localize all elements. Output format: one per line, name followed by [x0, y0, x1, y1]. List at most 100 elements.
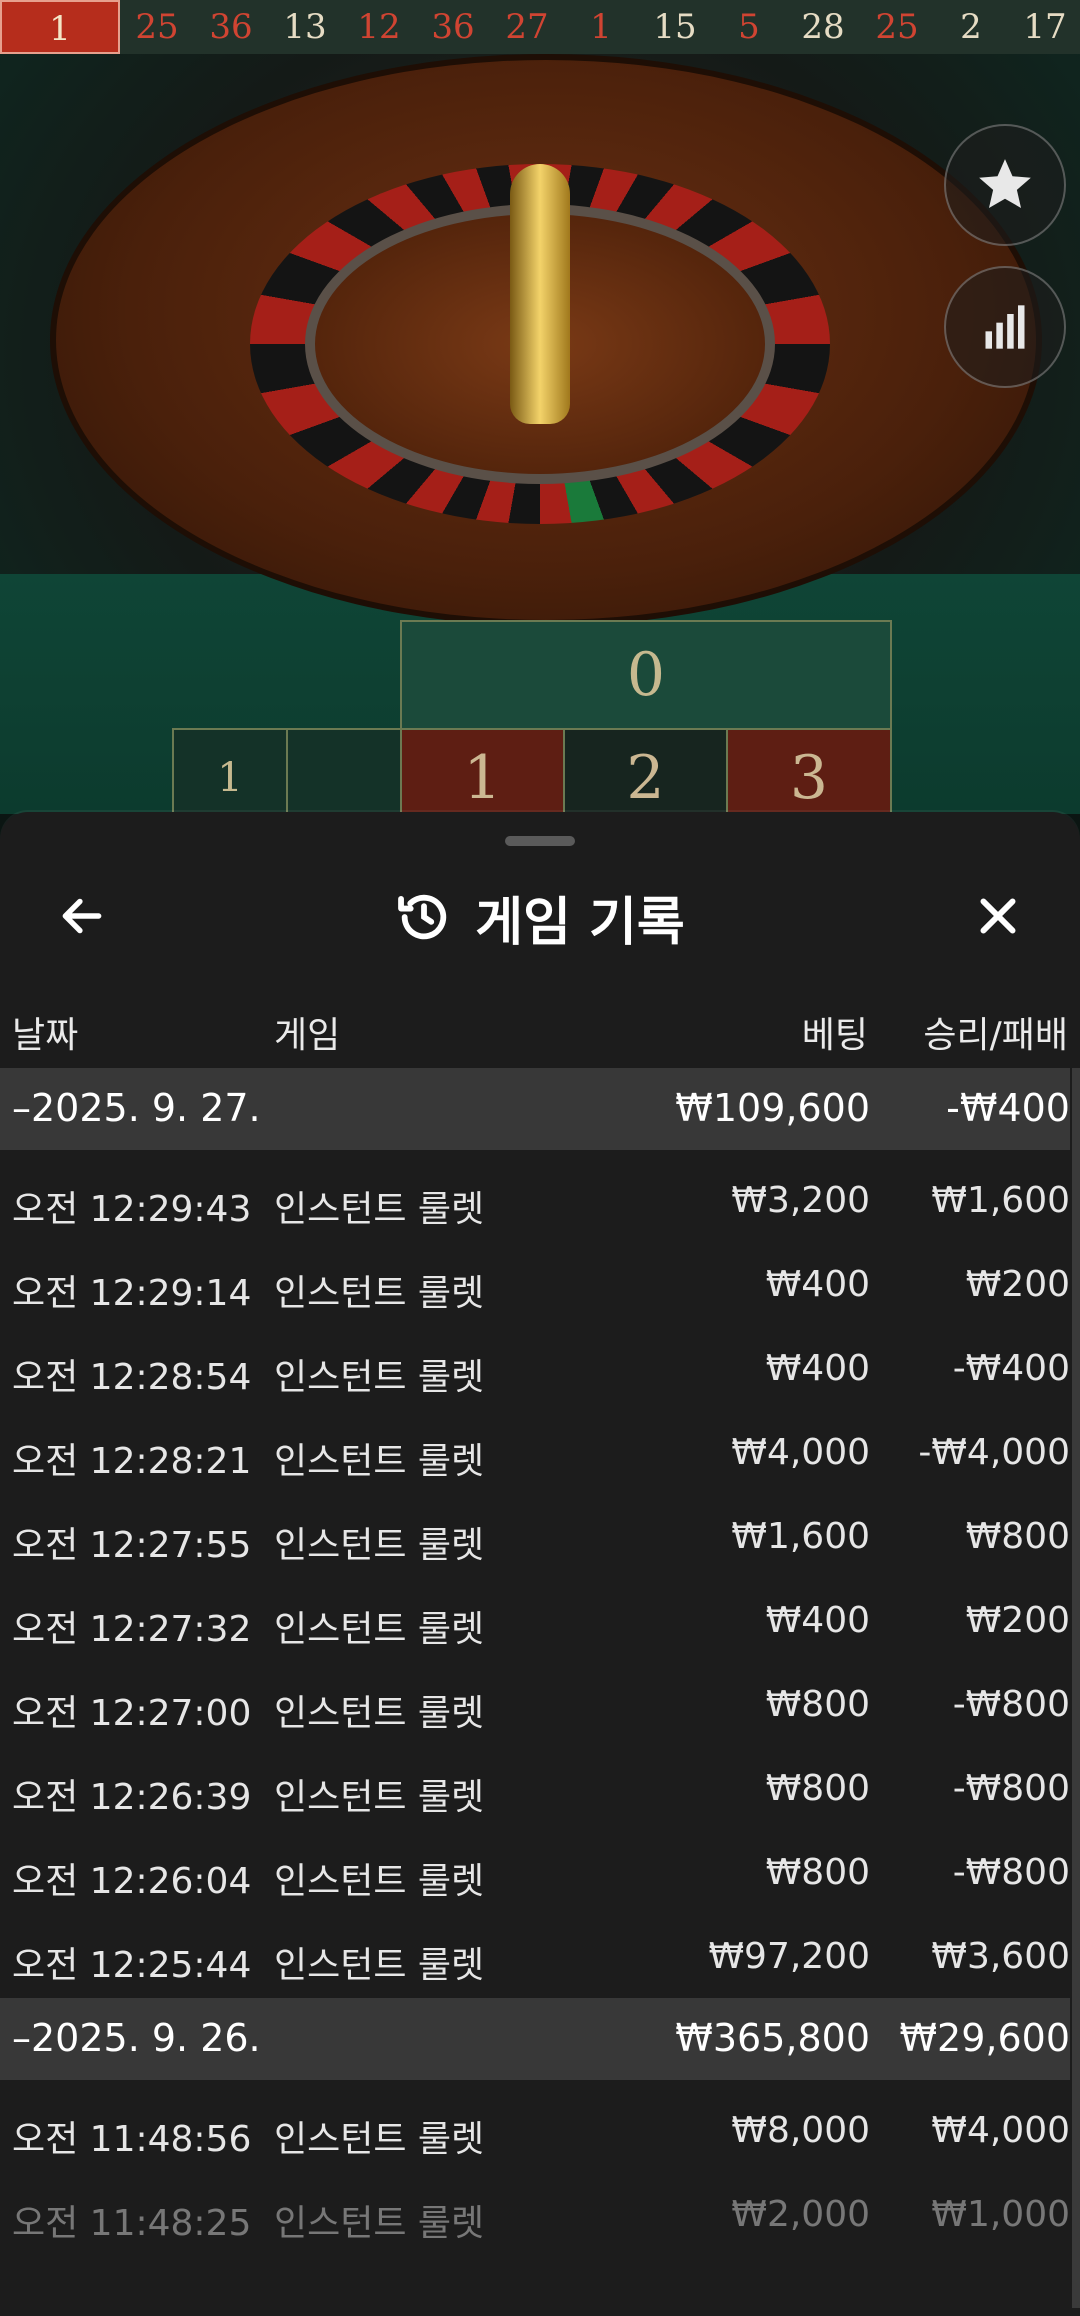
row-time: 오전 12:27:55: [12, 1525, 252, 1566]
column-headers: 날짜 게임 베팅 승리/패배: [0, 992, 1080, 1062]
row-game: 인스턴트 룰렛: [274, 1609, 485, 1650]
sheet-header: 게임 기록: [0, 862, 1080, 972]
row-time: 오전 12:25:44: [12, 1945, 252, 1986]
row-game: 인스턴트 룰렛: [274, 1525, 485, 1566]
history-row[interactable]: 오전 12:25:44 인스턴트 룰렛 ₩97,200 ₩3,600: [0, 1914, 1070, 1998]
row-time: 오전 12:27:00: [12, 1693, 252, 1734]
row-result: ₩800: [965, 1516, 1070, 1557]
row-game: 인스턴트 룰렛: [274, 2203, 485, 2244]
close-icon: [980, 898, 1016, 934]
result-number: 15: [653, 7, 697, 47]
wheel-turret: [510, 164, 570, 424]
column-header-date: 날짜: [12, 1015, 79, 1056]
result-number: 1: [0, 0, 120, 54]
page-title: 게임 기록: [475, 892, 685, 953]
row-game: 인스턴트 룰렛: [274, 1189, 485, 1230]
history-row[interactable]: 오전 11:48:56 인스턴트 룰렛 ₩8,000 ₩4,000: [0, 2088, 1070, 2172]
row-game: 인스턴트 룰렛: [274, 1945, 485, 1986]
group-result-total: ₩29,600: [899, 2016, 1070, 2060]
row-time: 오전 12:28:21: [12, 1441, 252, 1482]
row-bet: ₩3,200: [731, 1180, 870, 1221]
history-row[interactable]: 오전 12:29:43 인스턴트 룰렛 ₩3,200 ₩1,600: [0, 1158, 1070, 1242]
result-number: 5: [738, 7, 760, 47]
row-result: ₩200: [965, 1264, 1070, 1305]
row-time: 오전 12:26:39: [12, 1777, 252, 1818]
result-number: 13: [283, 7, 327, 47]
result-number: 25: [135, 7, 179, 47]
row-game: 인스턴트 룰렛: [274, 2119, 485, 2160]
row-result: ₩1,600: [931, 1180, 1070, 1221]
result-number: 2: [960, 7, 982, 47]
row-result: ₩1,000: [931, 2194, 1070, 2235]
row-time: 오전 12:27:32: [12, 1609, 252, 1650]
close-button[interactable]: [966, 884, 1030, 948]
table-cell-2[interactable]: 2: [563, 728, 728, 814]
row-bet: ₩800: [765, 1852, 870, 1893]
group-bet-total: ₩365,800: [675, 2016, 870, 2060]
result-number: 12: [357, 7, 401, 47]
star-icon: [979, 159, 1031, 208]
column-header-result: 승리/패배: [923, 1015, 1068, 1056]
result-number: 25: [875, 7, 919, 47]
game-history-sheet: 게임 기록 날짜 게임 베팅 승리/패배 –2025. 9. 27. ₩109,6…: [0, 812, 1080, 2316]
history-row[interactable]: 오전 12:26:04 인스턴트 룰렛 ₩800 -₩800: [0, 1830, 1070, 1914]
row-result: -₩400: [952, 1348, 1070, 1389]
row-bet: ₩97,200: [708, 1936, 870, 1977]
row-result: ₩3,600: [931, 1936, 1070, 1977]
table-dozen-cell[interactable]: 1: [172, 728, 288, 814]
roulette-scene: 0 1 1 2 3: [0, 54, 1080, 814]
row-time: 오전 11:48:56: [12, 2119, 252, 2160]
group-bet-total: ₩109,600: [675, 1086, 870, 1130]
group-result-total: -₩400: [946, 1086, 1070, 1130]
result-number: 36: [431, 7, 475, 47]
row-bet: ₩4,000: [731, 1432, 870, 1473]
scrollbar[interactable]: [1072, 1068, 1080, 2308]
history-list: –2025. 9. 27. ₩109,600 -₩400 오전 12:29:43 인스턴…: [0, 1068, 1070, 2256]
date-group-header[interactable]: –2025. 9. 27. ₩109,600 -₩400: [0, 1068, 1070, 1150]
result-number: 17: [1023, 7, 1067, 47]
column-header-game: 게임: [274, 1015, 341, 1056]
row-time: 오전 12:29:43: [12, 1189, 252, 1230]
history-row[interactable]: 오전 12:27:55 인스턴트 룰렛 ₩1,600 ₩800: [0, 1494, 1070, 1578]
result-number: 36: [209, 7, 253, 47]
row-game: 인스턴트 룰렛: [274, 1441, 485, 1482]
row-bet: ₩400: [765, 1264, 870, 1305]
row-game: 인스턴트 룰렛: [274, 1777, 485, 1818]
row-time: 오전 12:26:04: [12, 1861, 252, 1902]
row-bet: ₩8,000: [731, 2110, 870, 2151]
row-bet: ₩2,000: [731, 2194, 870, 2235]
group-date: –2025. 9. 26.: [12, 2016, 261, 2060]
row-game: 인스턴트 룰렛: [274, 1693, 485, 1734]
row-result: ₩4,000: [931, 2110, 1070, 2151]
row-bet: ₩400: [765, 1600, 870, 1641]
history-row[interactable]: 오전 12:26:39 인스턴트 룰렛 ₩800 -₩800: [0, 1746, 1070, 1830]
result-number: 1: [590, 7, 612, 47]
row-game: 인스턴트 룰렛: [274, 1861, 485, 1902]
history-row[interactable]: 오전 12:27:00 인스턴트 룰렛 ₩800 -₩800: [0, 1662, 1070, 1746]
row-time: 오전 12:28:54: [12, 1357, 252, 1398]
statistics-button[interactable]: [944, 266, 1066, 388]
history-row[interactable]: 오전 12:28:54 인스턴트 룰렛 ₩400 -₩400: [0, 1326, 1070, 1410]
row-result: -₩800: [952, 1684, 1070, 1725]
table-split-cell[interactable]: [286, 728, 402, 814]
row-time: 오전 12:29:14: [12, 1273, 252, 1314]
group-date: –2025. 9. 27.: [12, 1086, 261, 1130]
row-time: 오전 11:48:25: [12, 2203, 252, 2244]
result-number: 28: [801, 7, 845, 47]
history-row[interactable]: 오전 11:48:25 인스턴트 룰렛 ₩2,000 ₩1,000: [0, 2172, 1070, 2256]
row-bet: ₩1,600: [731, 1516, 870, 1557]
history-row[interactable]: 오전 12:27:32 인스턴트 룰렛 ₩400 ₩200: [0, 1578, 1070, 1662]
row-result: ₩200: [965, 1600, 1070, 1641]
row-game: 인스턴트 룰렛: [274, 1357, 485, 1398]
drag-handle[interactable]: [505, 836, 575, 846]
history-row[interactable]: 오전 12:28:21 인스턴트 룰렛 ₩4,000 -₩4,000: [0, 1410, 1070, 1494]
date-group-header[interactable]: –2025. 9. 26. ₩365,800 ₩29,600: [0, 1998, 1070, 2080]
table-cell-3[interactable]: 3: [726, 728, 892, 814]
table-cell-1[interactable]: 1: [400, 728, 565, 814]
favorite-button[interactable]: [944, 124, 1066, 246]
bar-chart-icon: [985, 305, 1025, 349]
table-zero-cell[interactable]: 0: [400, 620, 892, 730]
results-history-strip: 1 25 36 13 12 36 27 1 15 5 28 25 2 17: [0, 0, 1080, 54]
history-row[interactable]: 오전 12:29:14 인스턴트 룰렛 ₩400 ₩200: [0, 1242, 1070, 1326]
title-group: 게임 기록: [0, 882, 1080, 953]
